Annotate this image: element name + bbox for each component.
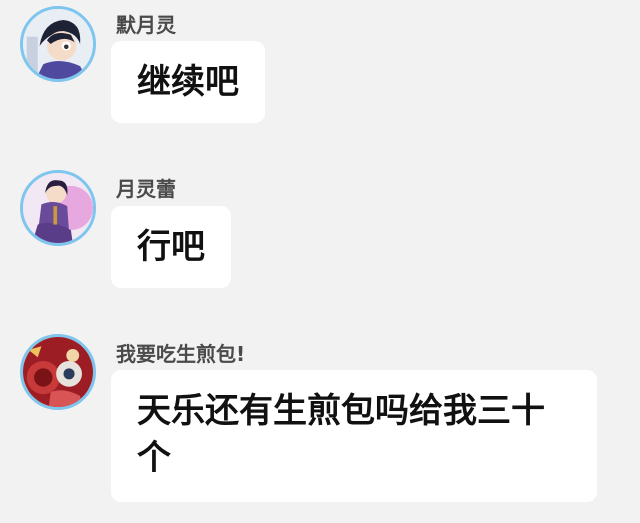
anime-boy-avatar-icon[interactable] xyxy=(20,6,96,82)
message-bubble: 天乐还有生煎包吗给我三十个 xyxy=(111,370,597,502)
username: 月灵蕾 xyxy=(116,177,176,201)
message-bubble: 行吧 xyxy=(111,206,231,288)
red-anime-avatar-icon[interactable] xyxy=(20,334,96,410)
username: 默月灵 xyxy=(116,13,176,37)
message-bubble: 继续吧 xyxy=(111,41,265,123)
username: 我要吃生煎包! xyxy=(116,342,246,366)
anime-girl-purple-avatar-icon[interactable] xyxy=(20,170,96,246)
